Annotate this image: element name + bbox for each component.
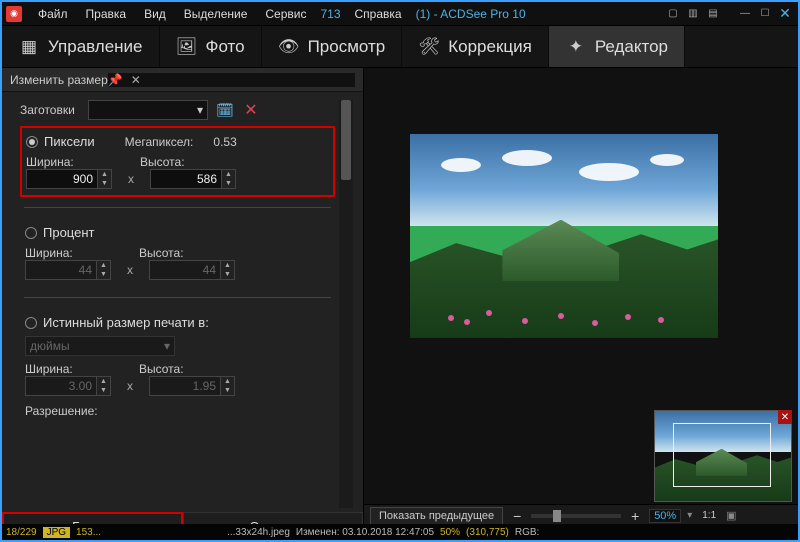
status-dims: ...33x24h.jpeg	[227, 527, 290, 538]
radio-print-label: Истинный размер печати в:	[43, 315, 209, 330]
multiply-icon-3: x	[121, 379, 139, 393]
in-height-input	[149, 376, 221, 396]
show-previous-button[interactable]: Показать предыдущее	[370, 507, 503, 525]
status-coords: (310,775)	[466, 527, 509, 538]
panel-scrollbar[interactable]	[339, 100, 353, 508]
multiply-icon-2: x	[121, 263, 139, 277]
menu-edit[interactable]: Правка	[78, 5, 135, 23]
in-width-spinner: ▲▼	[97, 376, 111, 396]
px-width-label: Ширина:	[26, 155, 86, 169]
chevron-down-icon-3[interactable]: ▾	[687, 510, 692, 521]
window-close-icon[interactable]: ✕	[776, 6, 794, 22]
px-width-spinner[interactable]: ▲▼	[98, 169, 112, 189]
radio-percent-label: Процент	[43, 225, 94, 240]
radio-print[interactable]	[25, 317, 37, 329]
eye-icon: 👁	[278, 38, 300, 56]
status-pct: 50%	[440, 527, 460, 538]
radio-pixels[interactable]	[26, 136, 38, 148]
in-width-input	[25, 376, 97, 396]
px-height-spinner[interactable]: ▲▼	[222, 169, 236, 189]
grid-icon: ▦	[18, 38, 40, 56]
radio-pixels-label: Пиксели	[44, 134, 95, 149]
presets-label: Заготовки	[20, 103, 80, 117]
navigator-close-icon[interactable]: ✕	[778, 410, 792, 424]
photo-icon: 🖼	[176, 38, 198, 56]
menu-help[interactable]: Справка	[347, 5, 410, 23]
status-counter: 18/229	[6, 527, 37, 538]
save-preset-icon[interactable]: 🗓	[216, 101, 234, 119]
multiply-icon: x	[122, 172, 140, 186]
menu-service[interactable]: Сервис	[257, 5, 314, 23]
percent-group: Процент Ширина: Высота: ▲▼ x	[20, 218, 335, 287]
zoom-in-icon[interactable]: +	[627, 508, 643, 524]
tab-photo-label: Фото	[206, 37, 245, 57]
sliders-icon: 🛠	[418, 38, 440, 56]
pct-height-spinner: ▲▼	[221, 260, 235, 280]
navigator-viewport[interactable]	[673, 423, 771, 487]
tab-manage-label: Управление	[48, 37, 143, 57]
panel-title: Изменить размер	[10, 73, 108, 87]
in-height-label: Высота:	[139, 362, 199, 376]
menu-select[interactable]: Выделение	[176, 5, 256, 23]
units-select: дюймы ▾	[25, 336, 175, 356]
window-group-2-icon[interactable]: ▥	[684, 6, 702, 22]
menu-file[interactable]: Файл	[30, 5, 76, 23]
menu-view[interactable]: Вид	[136, 5, 174, 23]
title-filename: 713	[316, 5, 344, 23]
zoom-value[interactable]: 50%	[649, 509, 681, 523]
tab-photo[interactable]: 🖼 Фото	[160, 26, 262, 67]
app-icon: ◉	[6, 6, 22, 22]
zoom-slider[interactable]	[531, 514, 621, 518]
window-group-3-icon[interactable]: ▤	[704, 6, 722, 22]
presets-dropdown[interactable]: ▾	[88, 100, 208, 120]
tab-view-label: Просмотр	[308, 37, 386, 57]
navigator[interactable]: ✕	[654, 410, 792, 502]
delete-preset-icon[interactable]: ✕	[242, 101, 260, 119]
tab-edit-label: Редактор	[595, 37, 668, 57]
pixels-group: Пиксели Мегапиксел: 0.53 Ширина: Высота:	[20, 126, 335, 197]
pct-width-input	[25, 260, 97, 280]
tab-view[interactable]: 👁 Просмотр	[262, 26, 403, 67]
image-preview[interactable]	[410, 134, 718, 338]
tab-develop[interactable]: 🛠 Коррекция	[402, 26, 549, 67]
divider-2	[24, 297, 331, 298]
px-height-label: Высота:	[140, 155, 200, 169]
tab-edit[interactable]: ✦ Редактор	[549, 26, 685, 67]
window-maximize-icon[interactable]: ☐	[756, 6, 774, 22]
status-size: 153...	[76, 527, 101, 538]
status-format: JPG	[43, 527, 70, 538]
units-value: дюймы	[30, 339, 70, 353]
status-changed: Изменен: 03.10.2018 12:47:05	[296, 527, 434, 538]
one-to-one-button[interactable]: 1:1	[698, 510, 720, 521]
window-minimize-icon[interactable]: —	[736, 6, 754, 22]
radio-percent[interactable]	[25, 227, 37, 239]
in-height-spinner: ▲▼	[221, 376, 235, 396]
megapixel-label: Мегапиксел:	[125, 135, 194, 149]
pct-height-input	[149, 260, 221, 280]
window-group-1-icon[interactable]: ▢	[664, 6, 682, 22]
chevron-down-icon: ▾	[197, 103, 203, 117]
status-rgb: RGB:	[515, 527, 539, 538]
resolution-label: Разрешение:	[25, 404, 330, 418]
tab-develop-label: Коррекция	[448, 37, 532, 57]
wand-icon: ✦	[565, 38, 587, 56]
panel-close-icon[interactable]: ✕	[131, 73, 141, 87]
print-group: Истинный размер печати в: дюймы ▾ Ширина…	[20, 308, 335, 425]
pin-icon[interactable]: 📌	[108, 73, 123, 87]
pct-width-label: Ширина:	[25, 246, 85, 260]
fit-icon[interactable]: ▣	[726, 509, 736, 522]
megapixel-value: 0.53	[213, 135, 236, 149]
zoom-out-icon[interactable]: −	[509, 508, 525, 524]
title-app: (1) - ACDSee Pro 10	[412, 5, 530, 23]
divider	[24, 207, 331, 208]
chevron-down-icon-2: ▾	[164, 339, 170, 353]
tab-manage[interactable]: ▦ Управление	[2, 26, 160, 67]
pct-width-spinner: ▲▼	[97, 260, 111, 280]
px-width-input[interactable]	[26, 169, 98, 189]
in-width-label: Ширина:	[25, 362, 85, 376]
px-height-input[interactable]	[150, 169, 222, 189]
pct-height-label: Высота:	[139, 246, 199, 260]
